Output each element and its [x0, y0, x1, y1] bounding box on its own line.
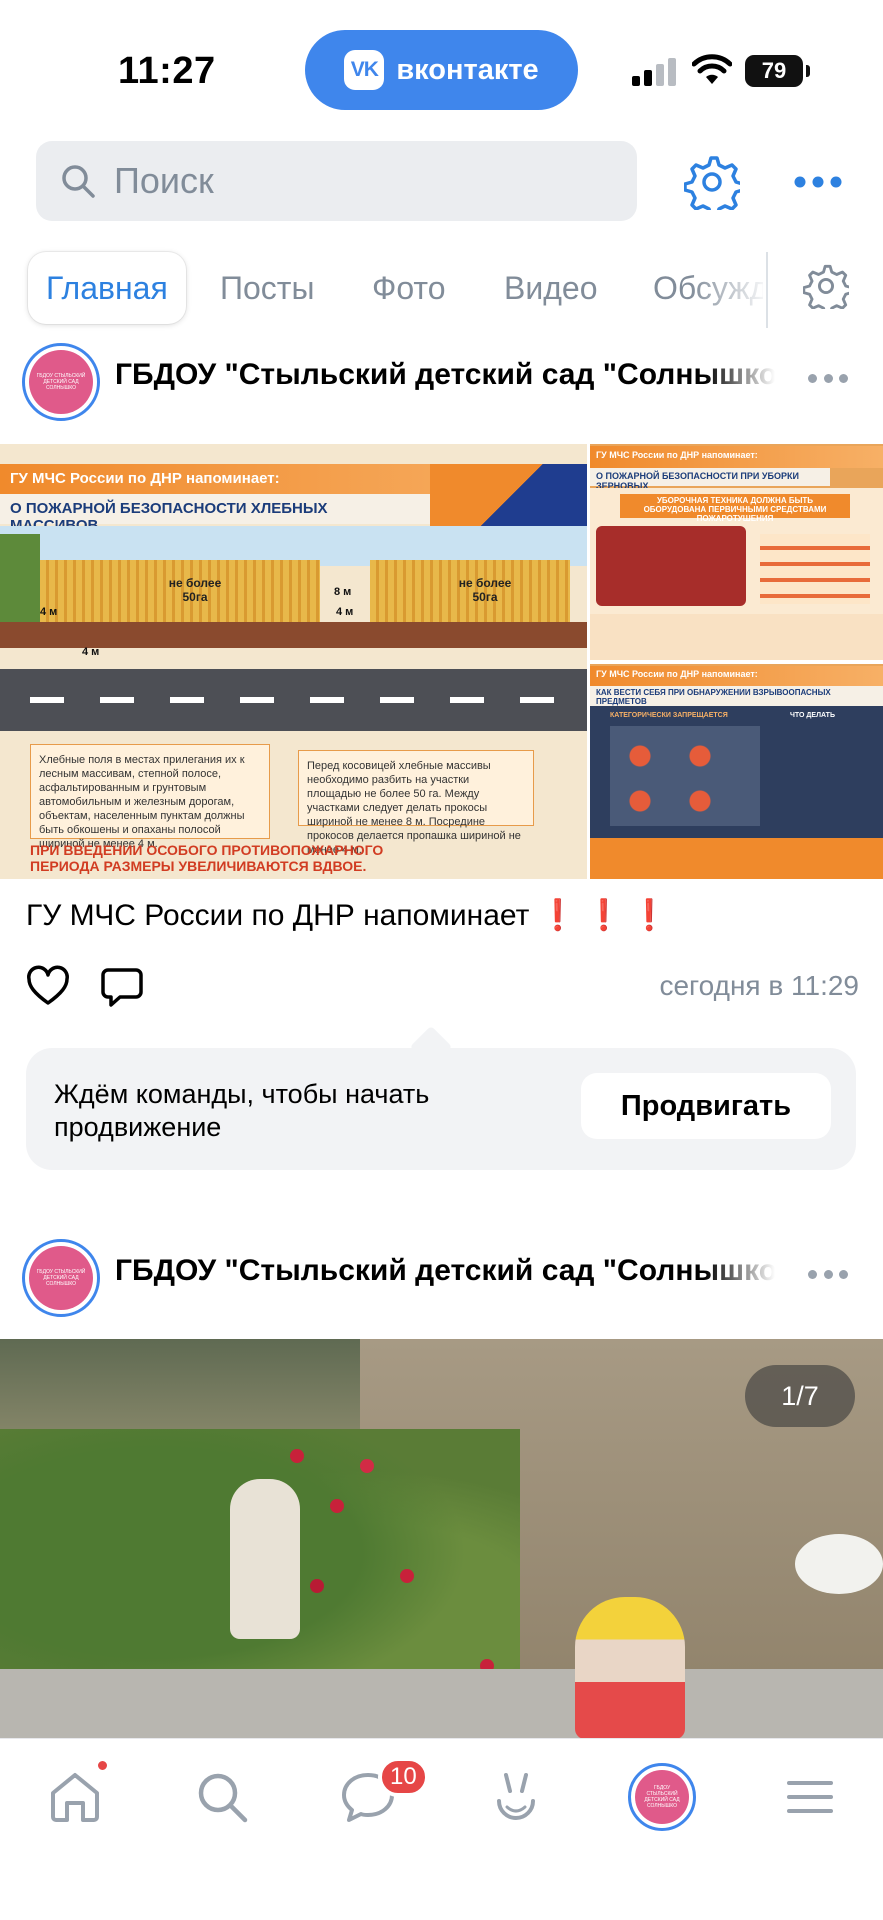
child-figure — [230, 1479, 300, 1639]
promote-button[interactable]: Продвигать — [581, 1073, 831, 1139]
avatar-logo: ГБДОУ СТЫЛЬСКИЙ ДЕТСКИЙ САД СОЛНЫШКО — [29, 1246, 93, 1310]
like-heart-icon[interactable] — [26, 965, 70, 1009]
settings-button[interactable] — [682, 152, 742, 212]
field-label: не более 50га — [458, 576, 512, 604]
home-icon — [51, 1773, 99, 1822]
promotion-text: Ждём команды, чтобы начать продвижение — [54, 1079, 430, 1142]
bottom-navigation: 10 ГБДОУ СТЫЛЬСКИЙ ДЕТСКИЙ САД СОЛНЫШКО — [0, 1738, 883, 1920]
section-tabs: Главная Посты Фото Видео Обсуждения — [0, 252, 883, 332]
clips-icon — [497, 1773, 535, 1820]
tab-main[interactable]: Главная — [28, 252, 186, 324]
post-text: ГУ МЧС России по ДНР напоминает ❗ ❗ ❗ — [26, 899, 669, 932]
nav-home[interactable] — [45, 1767, 105, 1827]
tab-photos[interactable]: Фото — [372, 252, 446, 324]
messages-badge: 10 — [378, 1757, 429, 1797]
gear-icon — [803, 264, 849, 309]
post-image-main[interactable]: ГУ МЧС России по ДНР напоминает: О ПОЖАР… — [0, 444, 587, 879]
avatar[interactable]: ГБДОУ СТЫЛЬСКИЙ ДЕТСКИЙ САД СОЛНЫШКО — [22, 343, 100, 421]
post-menu-icon[interactable] — [808, 374, 848, 386]
info-box-left: Хлебные поля в местах прилегания их к ле… — [30, 744, 270, 850]
field-label: не более 50га — [168, 576, 222, 604]
search-input[interactable]: Поиск — [36, 141, 637, 221]
nav-profile-avatar[interactable]: ГБДОУ СТЫЛЬСКИЙ ДЕТСКИЙ САД СОЛНЫШКО — [628, 1763, 696, 1831]
post-header: ГБДОУ СТЫЛЬСКИЙ ДЕТСКИЙ САД СОЛНЫШКО ГБД… — [0, 336, 883, 426]
post-photo[interactable]: 1/7 — [0, 1339, 883, 1739]
post-image-bottom-right[interactable]: ГУ МЧС России по ДНР напоминает: КАК ВЕС… — [590, 664, 883, 879]
search-icon — [62, 165, 95, 198]
exclamation-marks: ❗ ❗ ❗ — [539, 899, 669, 932]
status-bar: 11:27 VK вконтакте 79 — [0, 0, 883, 130]
wifi-icon — [692, 54, 732, 84]
gear-icon — [684, 156, 740, 210]
status-time: 11:27 — [118, 50, 216, 92]
photo-counter: 1/7 — [745, 1365, 855, 1427]
avatar-logo: ГБДОУ СТЫЛЬСКИЙ ДЕТСКИЙ САД СОЛНЫШКО — [635, 1770, 689, 1824]
more-options-button[interactable] — [792, 160, 844, 204]
post-menu-icon[interactable] — [808, 1270, 848, 1282]
vk-logo-icon: VK — [344, 50, 385, 90]
info-box-right: Перед косовицей хлебные массивы необходи… — [298, 750, 534, 856]
post-image-top-right[interactable]: ГУ МЧС России по ДНР напоминает: О ПОЖАР… — [590, 444, 883, 660]
nav-clips[interactable] — [486, 1767, 546, 1827]
cellular-signal-icon — [632, 58, 676, 86]
promotion-card: Ждём команды, чтобы начать продвижение П… — [26, 1048, 856, 1170]
post-author[interactable]: ГБДОУ "Стыльский детский сад "Солнышко" — [115, 358, 775, 392]
nav-search[interactable] — [192, 1767, 252, 1827]
combine-harvester-image — [596, 526, 746, 606]
child-figure — [575, 1597, 685, 1739]
post-header: ГБДОУ СТЫЛЬСКИЙ ДЕТСКИЙ САД СОЛНЫШКО ГБД… — [0, 1232, 883, 1322]
avatar-logo: ГБДОУ СТЫЛЬСКИЙ ДЕТСКИЙ САД СОЛНЫШКО — [29, 350, 93, 414]
tabs-settings-button[interactable] — [800, 260, 852, 312]
menu-icon — [787, 1781, 833, 1813]
tab-divider — [766, 252, 768, 328]
search-placeholder: Поиск — [114, 160, 214, 201]
notification-dot — [96, 1759, 109, 1772]
search-icon — [198, 1773, 248, 1823]
nav-menu[interactable] — [780, 1767, 840, 1827]
post-author[interactable]: ГБДОУ "Стыльский детский сад "Солнышко" — [115, 1254, 775, 1288]
avatar[interactable]: ГБДОУ СТЫЛЬСКИЙ ДЕТСКИЙ САД СОЛНЫШКО — [22, 1239, 100, 1317]
image-footer: ПРИ ВВЕДЕНИИ ОСОБОГО ПРОТИВОПОЖАРНОГО ПЕ… — [30, 842, 384, 874]
more-horizontal-icon — [794, 176, 842, 188]
tab-videos[interactable]: Видео — [504, 252, 597, 324]
vk-app-pill[interactable]: VK вконтакте — [305, 30, 578, 110]
image-title: О ПОЖАРНОЙ БЕЗОПАСНОСТИ ХЛЕБНЫХ МАССИВОВ — [0, 494, 430, 534]
vk-app-pill-label: вконтакте — [396, 53, 539, 86]
battery-icon: 79 — [745, 55, 810, 87]
comment-icon[interactable] — [100, 965, 144, 1009]
post-timestamp: сегодня в 11:29 — [659, 970, 859, 1001]
tab-posts[interactable]: Посты — [220, 252, 314, 324]
